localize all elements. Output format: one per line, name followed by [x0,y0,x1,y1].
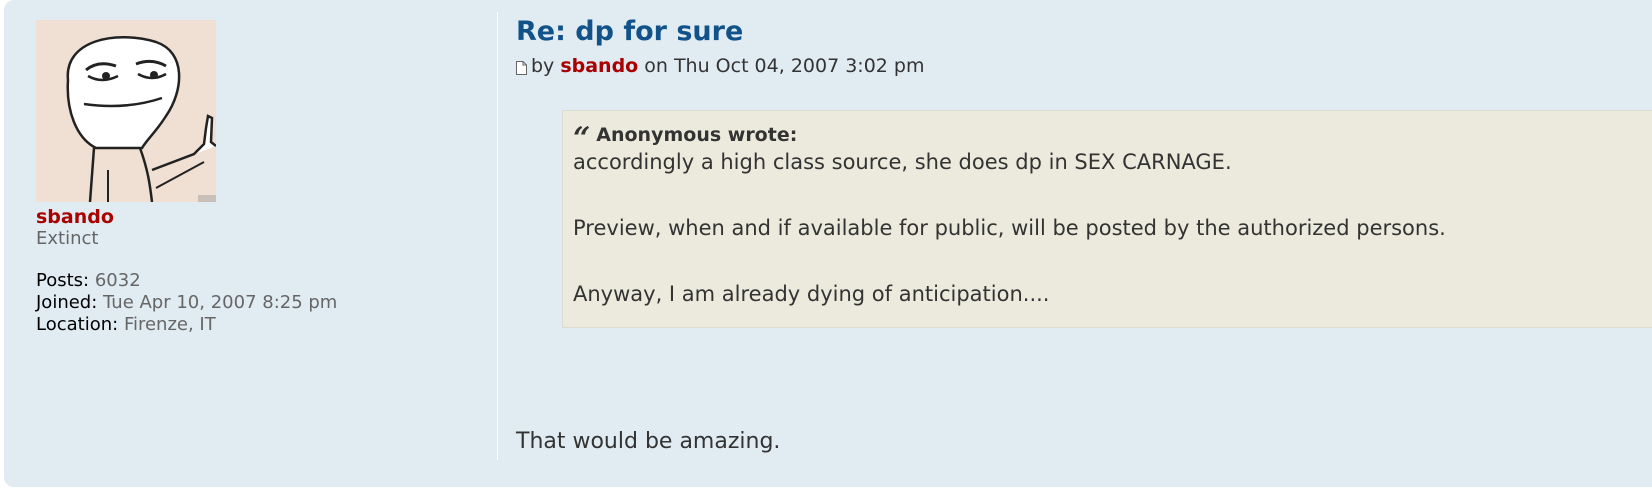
quote-icon: “ [573,121,591,156]
posts-label: Posts: [36,270,90,291]
post-title[interactable]: Re: dp for sure [516,14,1652,50]
profile-posts: Posts: 6032 [36,270,476,292]
post-meta: by sbando on Thu Oct 04, 2007 3:02 pm [516,54,1652,78]
posts-value[interactable]: 6032 [95,270,141,291]
quote-cite: “ Anonymous wrote: [573,123,1651,154]
location-label: Location: [36,314,119,335]
quote-line: Anyway, I am already dying of anticipati… [573,282,1050,306]
avatar[interactable] [36,20,216,202]
meta-by: by [531,55,555,77]
profile-details: Posts: 6032 Joined: Tue Apr 10, 2007 8:2… [36,270,476,336]
post-icon[interactable] [516,57,527,75]
profile-location: Location: Firenze, IT [36,314,476,336]
joined-value: Tue Apr 10, 2007 8:25 pm [103,292,338,313]
profile-joined: Joined: Tue Apr 10, 2007 8:25 pm [36,292,476,314]
profile-divider [497,12,498,460]
post-body: Re: dp for sure by sbando on Thu Oct 04,… [516,14,1652,454]
profile-rank: Extinct [36,228,99,249]
quote-line: Preview, when and if available for publi… [573,216,1446,240]
avatar-image [36,20,216,202]
forum-post: sbando Extinct Posts: 6032 Joined: Tue A… [4,0,1652,487]
post-profile: sbando Extinct Posts: 6032 Joined: Tue A… [36,20,476,336]
post-reply-text: That would be amazing. [516,429,781,454]
post-author[interactable]: sbando [560,54,638,78]
joined-label: Joined: [36,292,98,313]
location-value: Firenze, IT [123,314,216,335]
quote-author: Anonymous wrote: [596,124,798,146]
profile-username[interactable]: sbando [36,206,476,228]
quote-line: accordingly a high class source, she doe… [573,150,1232,174]
quote-block: “ Anonymous wrote: accordingly a high cl… [562,110,1652,328]
post-date: on Thu Oct 04, 2007 3:02 pm [644,55,925,77]
